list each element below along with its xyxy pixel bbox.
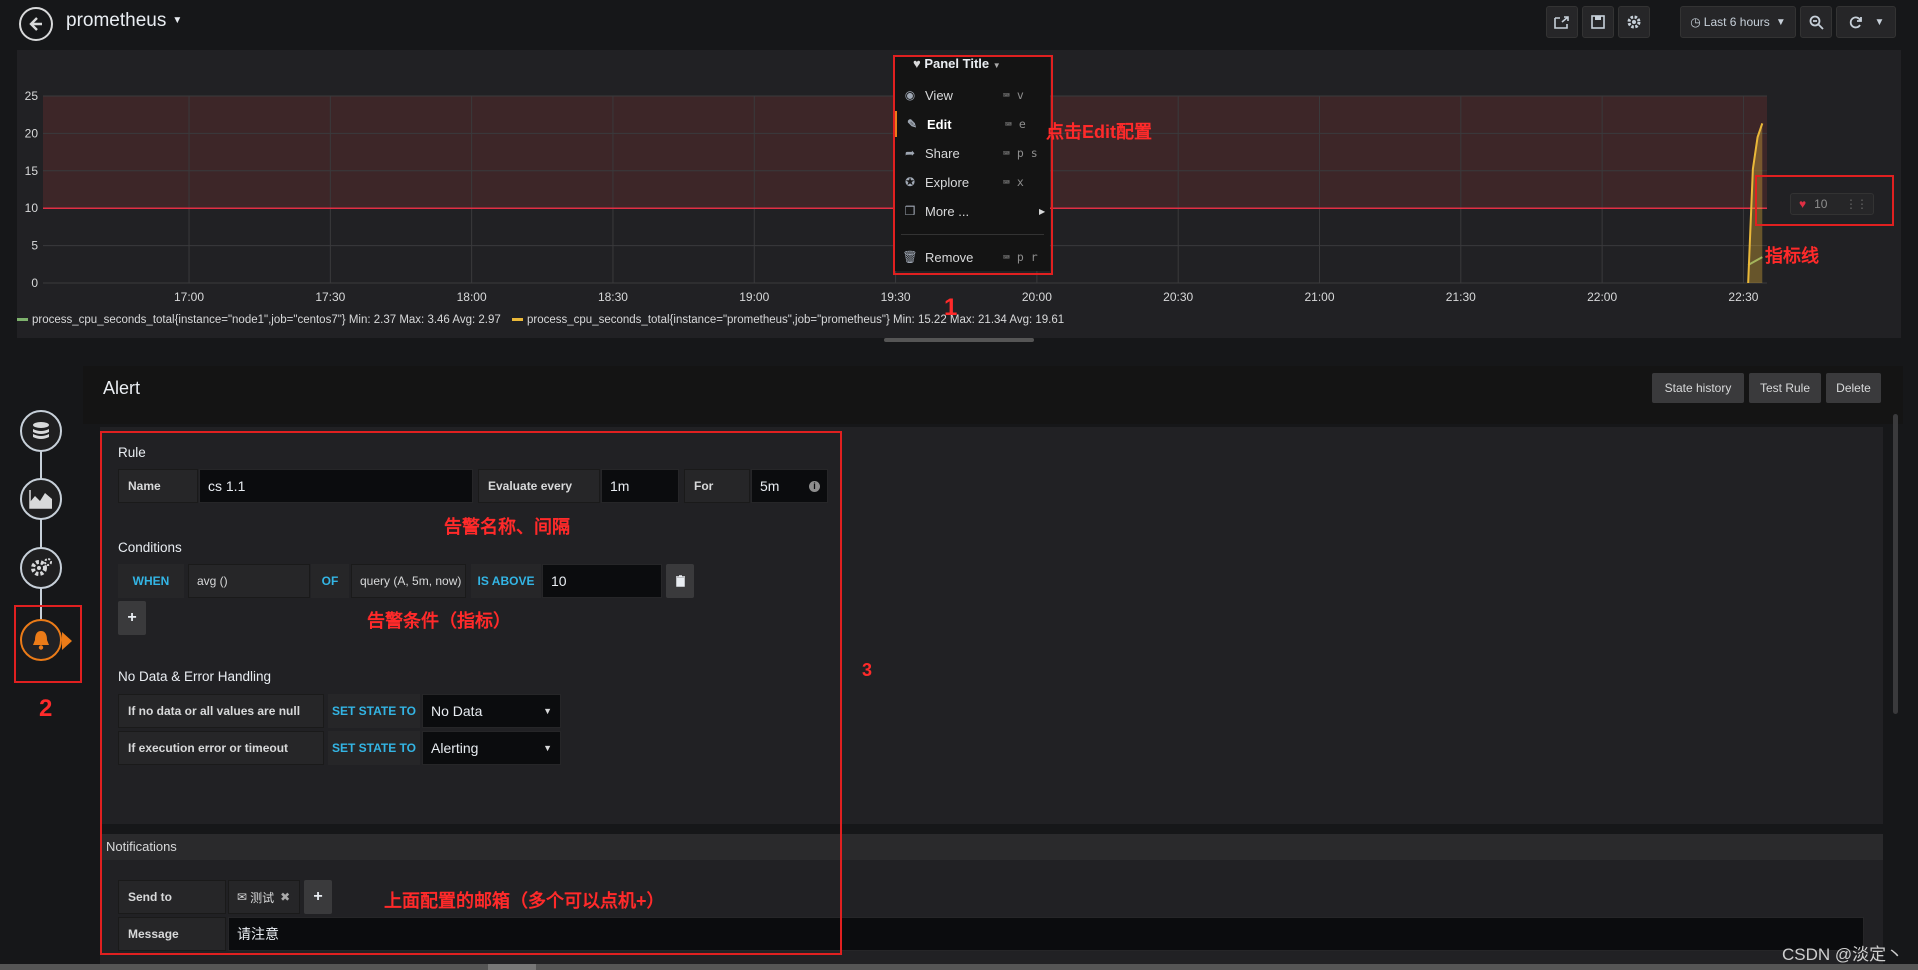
annotation-threshold-note: 指标线 bbox=[1765, 246, 1819, 266]
arrow-left-icon bbox=[29, 17, 42, 31]
annotation-box-editor bbox=[100, 431, 842, 955]
dashboard-title-picker[interactable]: prometheus ▼ bbox=[66, 10, 182, 32]
y-tick-label: 25 bbox=[25, 89, 39, 103]
dashboard-title: prometheus bbox=[66, 10, 167, 31]
annotation-number-2: 2 bbox=[39, 695, 53, 722]
x-tick-label: 19:30 bbox=[881, 290, 911, 304]
x-tick-label: 17:30 bbox=[315, 290, 345, 304]
step-queries[interactable] bbox=[20, 410, 62, 452]
x-tick-label: 18:30 bbox=[598, 290, 628, 304]
gear-icon bbox=[1627, 15, 1641, 29]
annotation-edit-note: 点击Edit配置 bbox=[1046, 122, 1152, 142]
legend-label: process_cpu_seconds_total{instance="node… bbox=[32, 314, 501, 326]
legend-swatch bbox=[511, 318, 523, 322]
zoom-out-icon bbox=[1809, 15, 1824, 30]
database-icon bbox=[33, 422, 49, 439]
save-dashboard-button[interactable] bbox=[1582, 6, 1614, 38]
legend-swatch bbox=[17, 318, 28, 322]
caret-down-icon: ▼ bbox=[1874, 16, 1885, 28]
annotation-box-threshold bbox=[1755, 175, 1894, 226]
x-tick-label: 21:00 bbox=[1304, 290, 1334, 304]
y-tick-label: 10 bbox=[25, 201, 39, 215]
refresh-icon bbox=[1849, 16, 1862, 28]
delete-alert-button[interactable]: Delete bbox=[1826, 373, 1881, 403]
annotation-condition-note: 告警条件（指标） bbox=[367, 611, 511, 631]
share-icon bbox=[1554, 16, 1569, 29]
save-icon bbox=[1591, 15, 1605, 29]
annotation-mail-note: 上面配置的邮箱（多个可以点机+） bbox=[384, 891, 665, 911]
x-tick-label: 21:30 bbox=[1446, 290, 1476, 304]
y-tick-label: 0 bbox=[31, 276, 38, 290]
chart-legend: process_cpu_seconds_total{instance="node… bbox=[17, 314, 1064, 326]
y-tick-label: 20 bbox=[25, 126, 39, 140]
watermark: CSDN @淡定丶 bbox=[1782, 945, 1904, 964]
x-tick-label: 17:00 bbox=[174, 290, 204, 304]
x-tick-label: 19:00 bbox=[739, 290, 769, 304]
legend-item-node1[interactable]: process_cpu_seconds_total{instance="node… bbox=[17, 314, 501, 326]
state-history-button[interactable]: State history bbox=[1652, 373, 1744, 403]
step-general[interactable] bbox=[20, 547, 62, 589]
x-tick-label: 20:30 bbox=[1163, 290, 1193, 304]
editor-scrollbar[interactable] bbox=[1893, 414, 1898, 714]
y-tick-label: 15 bbox=[25, 164, 39, 178]
alert-title: Alert bbox=[103, 378, 141, 398]
zoom-out-button[interactable] bbox=[1800, 6, 1832, 38]
caret-down-icon: ▼ bbox=[172, 15, 183, 27]
x-tick-label: 22:30 bbox=[1728, 290, 1758, 304]
step-visualization[interactable] bbox=[20, 478, 62, 520]
test-rule-button[interactable]: Test Rule bbox=[1749, 373, 1821, 403]
annotation-box-alert-step bbox=[14, 605, 82, 683]
refresh-button[interactable]: ▼ bbox=[1836, 6, 1896, 38]
annotation-box-menu bbox=[893, 55, 1053, 275]
scrollbar-thumb[interactable] bbox=[488, 964, 536, 970]
top-navbar: prometheus ▼ ◷ Last 6 hours ▼ ▼ bbox=[0, 0, 1918, 44]
y-tick-label: 5 bbox=[31, 239, 38, 253]
legend-item-prometheus[interactable]: process_cpu_seconds_total{instance="prom… bbox=[511, 314, 1065, 326]
back-button[interactable] bbox=[19, 7, 53, 41]
clock-icon: ◷ bbox=[1690, 15, 1701, 29]
area-chart-icon bbox=[29, 490, 52, 509]
time-picker-button[interactable]: ◷ Last 6 hours ▼ bbox=[1680, 6, 1796, 38]
horizontal-scrollbar[interactable] bbox=[0, 964, 1918, 970]
annotation-number-3: 3 bbox=[862, 660, 873, 680]
x-tick-label: 22:00 bbox=[1587, 290, 1617, 304]
dashboard-settings-button[interactable] bbox=[1618, 6, 1650, 38]
x-tick-label: 20:00 bbox=[1022, 290, 1052, 304]
time-range-label: Last 6 hours bbox=[1703, 15, 1770, 29]
annotation-name-note: 告警名称、间隔 bbox=[444, 517, 570, 537]
legend-label: process_cpu_seconds_total{instance="prom… bbox=[526, 314, 1065, 326]
caret-down-icon: ▼ bbox=[1775, 16, 1786, 28]
share-dashboard-button[interactable] bbox=[1546, 6, 1578, 38]
annotation-number-1: 1 bbox=[944, 294, 958, 321]
panel-resize-handle[interactable] bbox=[884, 338, 1034, 342]
x-tick-label: 18:00 bbox=[457, 290, 487, 304]
cogs-icon bbox=[31, 558, 52, 576]
steps-connector bbox=[40, 430, 42, 630]
alert-editor-header bbox=[83, 366, 1903, 424]
